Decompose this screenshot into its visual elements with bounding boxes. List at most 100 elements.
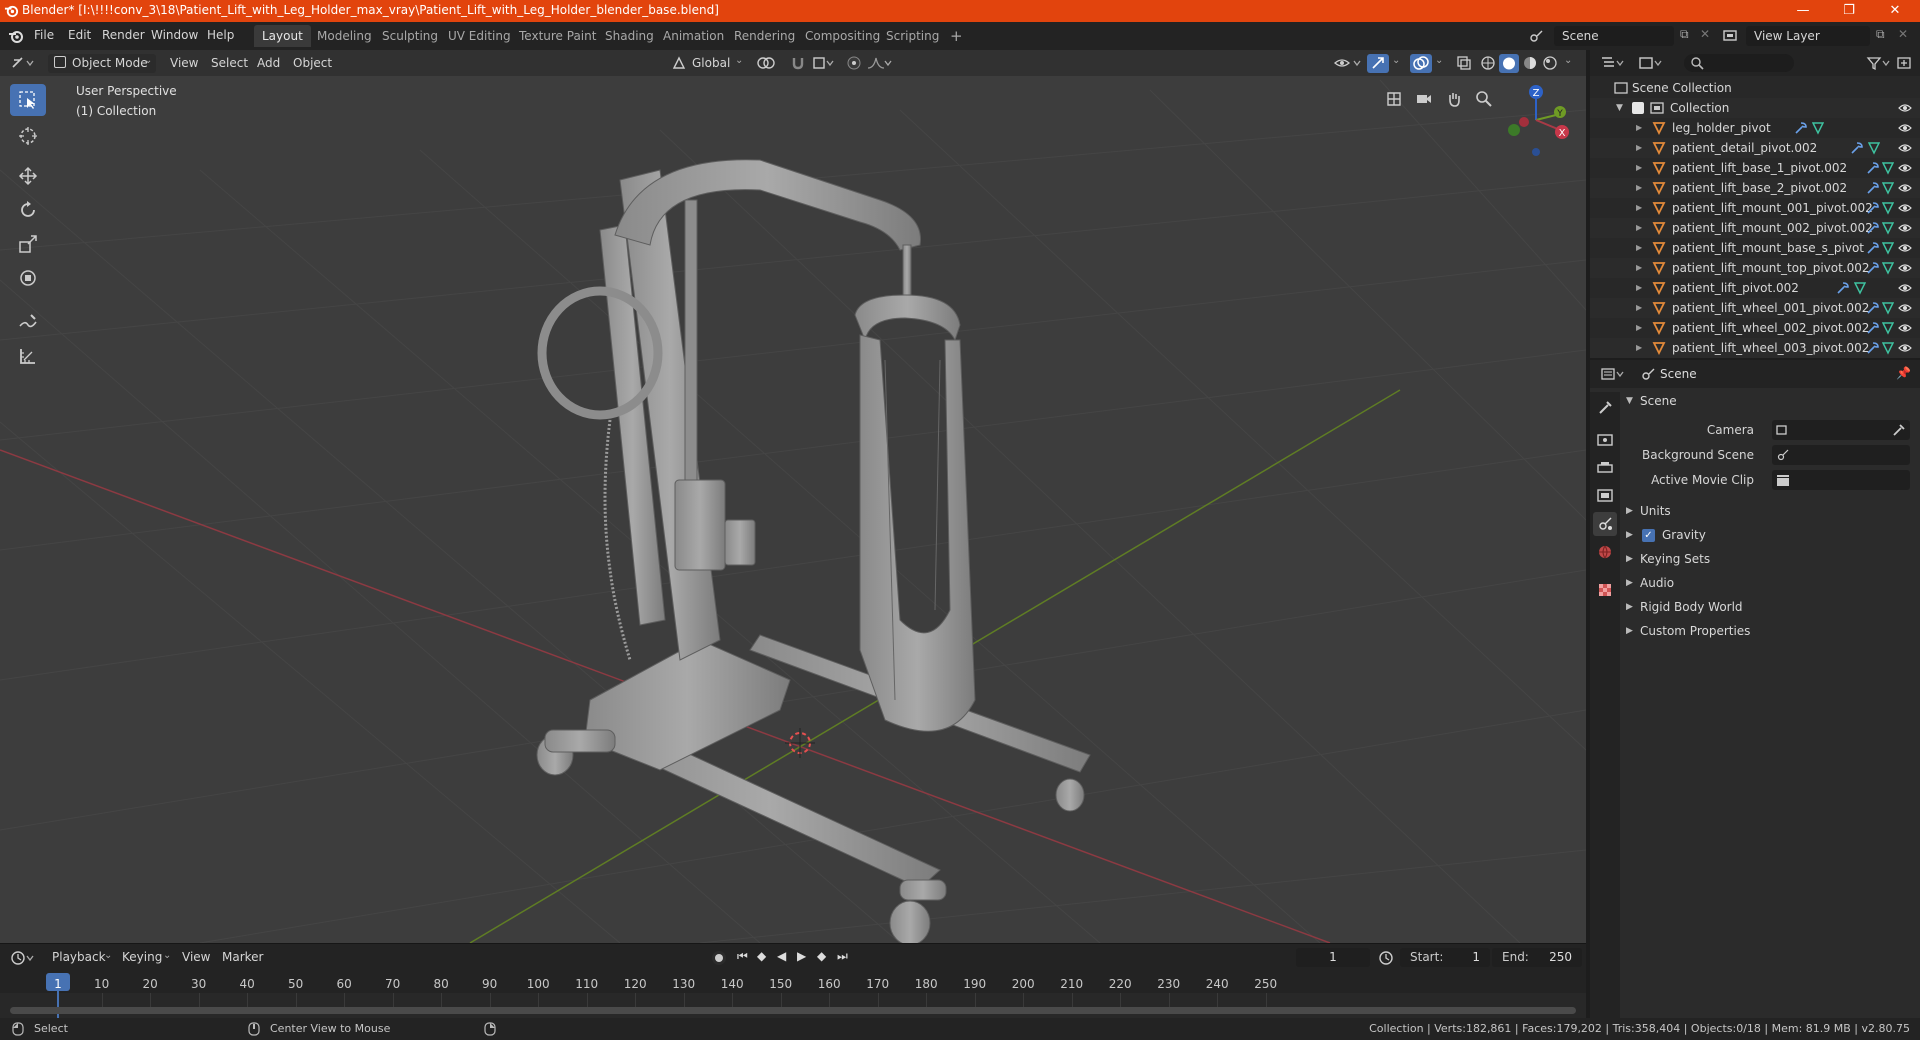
tab-scene[interactable]: [1593, 512, 1617, 536]
add-workspace-button[interactable]: +: [942, 25, 971, 47]
view-layer-selector[interactable]: View Layer: [1746, 26, 1870, 46]
visibility-eye-icon[interactable]: [1898, 302, 1912, 314]
outliner-object-row[interactable]: ▶ patient_lift_mount_base_s_pivot: [1590, 238, 1920, 258]
delete-scene-icon[interactable]: ✕: [1700, 27, 1710, 41]
outliner-search-input[interactable]: [1684, 54, 1794, 72]
rotate-tool[interactable]: [10, 194, 46, 226]
collapse-arrow-icon[interactable]: ▶: [1626, 595, 1633, 619]
chevron-down-icon[interactable]: ⌄: [1435, 55, 1443, 66]
zoom-view-button[interactable]: [1471, 86, 1497, 112]
tab-world[interactable]: [1593, 540, 1617, 564]
transform-tool[interactable]: [10, 262, 46, 294]
collapse-arrow-icon[interactable]: ▶: [1626, 619, 1633, 643]
menu-help[interactable]: Help: [207, 28, 234, 42]
record-button[interactable]: [712, 951, 726, 965]
wireframe-shading-icon[interactable]: [1480, 55, 1496, 71]
eyedropper-icon[interactable]: [1892, 423, 1906, 437]
view-layer-icon[interactable]: [1722, 28, 1738, 44]
tab-scripting[interactable]: Scripting: [878, 25, 947, 47]
modifier-wrench-icon[interactable]: [1866, 341, 1880, 355]
tab-layout[interactable]: Layout: [254, 25, 311, 47]
mesh-data-icon[interactable]: [1882, 301, 1894, 315]
expand-arrow-icon[interactable]: ▶: [1636, 198, 1642, 218]
mesh-data-icon[interactable]: [1882, 261, 1894, 275]
expand-arrow-icon[interactable]: ▼: [1616, 98, 1623, 118]
timeline-menu-marker[interactable]: Marker: [216, 948, 269, 967]
visibility-eye-icon[interactable]: [1898, 202, 1912, 214]
tab-output[interactable]: [1593, 456, 1617, 480]
mesh-data-icon[interactable]: [1882, 341, 1894, 355]
blender-menu-icon[interactable]: [8, 28, 24, 44]
scene-selector[interactable]: Scene: [1554, 26, 1674, 46]
overlays-toggle-button[interactable]: [1410, 54, 1432, 73]
rendered-shading-icon[interactable]: [1542, 55, 1558, 71]
proportional-editing-icon[interactable]: [846, 55, 862, 71]
viewport-menu-select[interactable]: Select: [205, 54, 254, 73]
modifier-wrench-icon[interactable]: [1850, 141, 1864, 155]
expand-arrow-icon[interactable]: ▶: [1636, 138, 1642, 158]
outliner-object-row[interactable]: ▶ patient_lift_wheel_002_pivot.002: [1590, 318, 1920, 338]
modifier-wrench-icon[interactable]: [1866, 321, 1880, 335]
material-shading-icon[interactable]: [1522, 55, 1538, 71]
restore-button[interactable]: ❐: [1826, 0, 1872, 22]
panel-rigid-body-world[interactable]: ▶ Rigid Body World: [1622, 595, 1912, 619]
collapse-arrow-icon[interactable]: ▶: [1626, 499, 1633, 523]
tab-view-layer[interactable]: [1593, 484, 1617, 508]
visibility-eye-icon[interactable]: [1898, 182, 1912, 194]
xray-icon[interactable]: [1456, 55, 1472, 71]
collapse-arrow-icon[interactable]: ▶: [1626, 571, 1633, 595]
tab-tool[interactable]: [1593, 396, 1617, 420]
mesh-data-icon[interactable]: [1882, 221, 1894, 235]
mesh-data-icon[interactable]: [1882, 241, 1894, 255]
panel-custom-properties[interactable]: ▶ Custom Properties: [1622, 619, 1912, 643]
visibility-eye-icon[interactable]: [1898, 262, 1912, 274]
new-collection-icon[interactable]: [1896, 55, 1912, 71]
menu-file[interactable]: File: [34, 28, 54, 42]
outliner-object-row[interactable]: ▶ patient_lift_wheel_003_pivot.002: [1590, 338, 1920, 358]
outliner-object-row[interactable]: ▶ patient_lift_wheel_001_pivot.002: [1590, 298, 1920, 318]
visibility-eye-icon[interactable]: [1898, 322, 1912, 334]
tab-modeling[interactable]: Modeling: [309, 25, 380, 47]
expand-arrow-icon[interactable]: ▼: [1626, 389, 1633, 413]
expand-arrow-icon[interactable]: ▶: [1636, 318, 1642, 338]
timeline-ruler[interactable]: 1 10 20 30 40 50 60 70 80 90 100 110 120 130 140 150 160…: [0, 971, 1586, 1018]
outliner-object-row[interactable]: ▶ patient_lift_base_1_pivot.002: [1590, 158, 1920, 178]
toggle-grid-view-button[interactable]: [1381, 86, 1407, 112]
chevron-down-icon[interactable]: ⌄: [1564, 55, 1572, 66]
outliner-collection[interactable]: ▼ Collection: [1590, 98, 1920, 118]
expand-arrow-icon[interactable]: ▶: [1636, 158, 1642, 178]
outliner-object-row[interactable]: ▶ patient_lift_mount_001_pivot.002: [1590, 198, 1920, 218]
jump-end-button[interactable]: ⏭: [837, 949, 848, 964]
outliner-object-row[interactable]: ▶ patient_lift_mount_top_pivot.002: [1590, 258, 1920, 278]
outliner-object-row[interactable]: ▶ patient_detail_pivot.002: [1590, 138, 1920, 158]
timeline-scrollbar[interactable]: [10, 1007, 1576, 1014]
outliner-scene-collection[interactable]: Scene Collection: [1590, 78, 1920, 98]
menu-window[interactable]: Window: [151, 28, 198, 42]
camera-field[interactable]: [1772, 420, 1910, 440]
prev-keyframe-button[interactable]: ◆: [757, 949, 766, 963]
expand-arrow-icon[interactable]: ▶: [1636, 238, 1642, 258]
timeline-menu-playback[interactable]: Playback: [46, 948, 112, 967]
mesh-data-icon[interactable]: [1882, 201, 1894, 215]
visibility-eye-icon[interactable]: [1898, 102, 1912, 114]
tab-shading[interactable]: Shading: [597, 25, 662, 47]
snap-icon[interactable]: [790, 55, 806, 71]
pan-view-button[interactable]: [1441, 86, 1467, 112]
3d-viewport[interactable]: User Perspective (1) Collection Z Y X: [0, 50, 1586, 943]
visibility-eye-icon[interactable]: [1898, 162, 1912, 174]
camera-view-button[interactable]: [1411, 86, 1437, 112]
gizmo-toggle-button[interactable]: [1367, 54, 1389, 73]
tab-render[interactable]: [1593, 428, 1617, 452]
jump-start-button[interactable]: ⏮: [737, 949, 748, 964]
tab-animation[interactable]: Animation: [655, 25, 732, 47]
modifier-wrench-icon[interactable]: [1866, 301, 1880, 315]
expand-arrow-icon[interactable]: ▶: [1636, 298, 1642, 318]
outliner-object-row[interactable]: ▶ patient_lift_base_2_pivot.002: [1590, 178, 1920, 198]
modifier-wrench-icon[interactable]: [1836, 281, 1850, 295]
active-movie-clip-field[interactable]: [1772, 470, 1910, 490]
minimize-button[interactable]: —: [1780, 0, 1826, 22]
falloff-icon[interactable]: [866, 55, 892, 71]
outliner-object-row[interactable]: ▶ leg_holder_pivot: [1590, 118, 1920, 138]
solid-shading-button[interactable]: [1499, 54, 1519, 73]
mesh-data-icon[interactable]: [1882, 181, 1894, 195]
